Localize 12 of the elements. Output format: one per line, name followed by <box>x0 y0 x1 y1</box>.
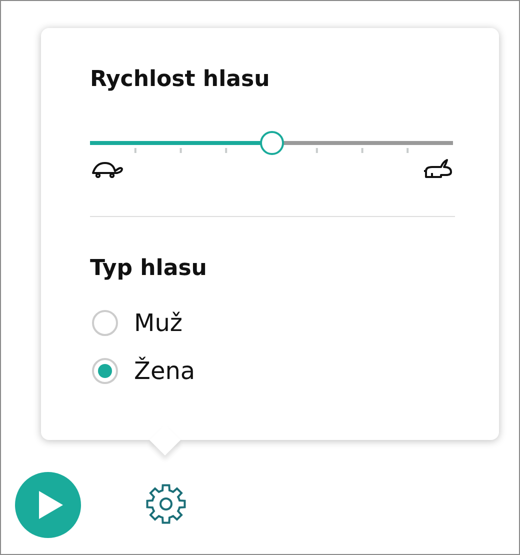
section-title: Typ hlasu <box>90 255 207 283</box>
radio-button[interactable] <box>92 310 118 336</box>
radio-label[interactable]: Muž <box>134 309 183 337</box>
turtle-icon <box>90 160 124 178</box>
slider-thumb[interactable] <box>260 131 284 155</box>
section-title: Rychlost hlasu <box>90 66 270 94</box>
radio-button[interactable] <box>92 358 118 384</box>
settings-icon <box>145 482 187 524</box>
radio-label[interactable]: Žena <box>134 357 196 385</box>
slider-track[interactable] <box>90 131 453 155</box>
rabbit-icon <box>423 158 453 180</box>
play-icon <box>38 490 64 520</box>
